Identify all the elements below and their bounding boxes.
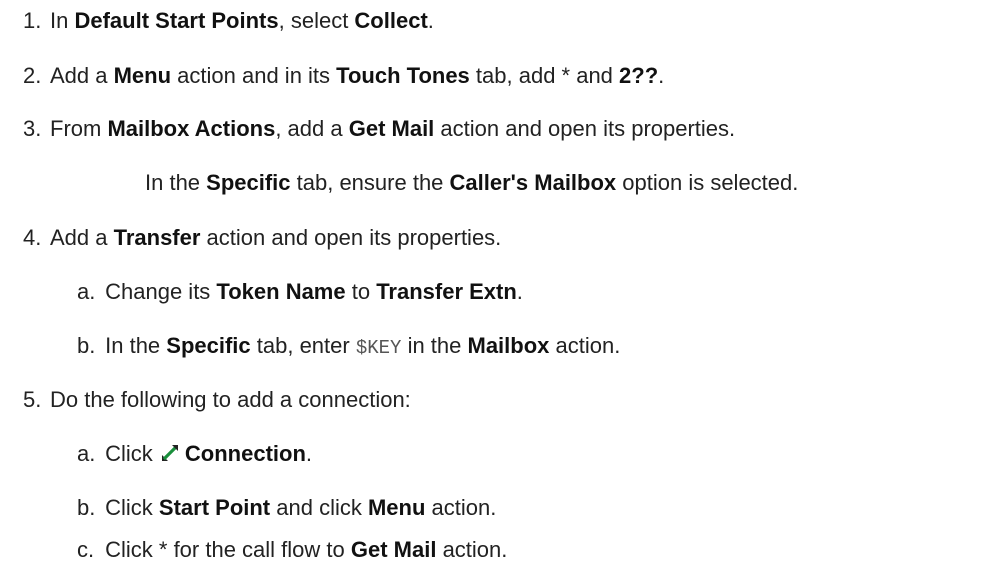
text: Click * for the call flow to	[105, 537, 351, 562]
step-number: 3.	[23, 116, 42, 141]
code-value: $KEY	[355, 337, 402, 359]
substep-letter: c.	[77, 537, 95, 562]
ui-term: Specific	[206, 170, 291, 195]
step-3: 3. From Mailbox Actions, add a Get Mail a…	[23, 116, 735, 142]
text: .	[516, 279, 523, 304]
text: In the	[105, 333, 167, 358]
step-4b: b. In the Specific tab, enter $KEY in th…	[77, 333, 620, 359]
text: .	[658, 63, 665, 88]
step-number: 5.	[23, 387, 42, 412]
text: Add a	[50, 63, 114, 88]
step-1: 1. In Default Start Points, select Collec…	[23, 8, 434, 34]
substep-letter: a.	[77, 441, 96, 466]
step-2: 2. Add a Menu action and in its Touch Ton…	[23, 63, 664, 89]
text: action.	[425, 495, 497, 520]
text: Do the following to add a connection:	[50, 387, 411, 412]
ui-term: Mailbox Actions	[107, 116, 276, 141]
text: action and open its properties.	[434, 116, 736, 141]
ui-term: Menu	[367, 495, 426, 520]
step-5: 5. Do the following to add a connection:	[23, 387, 411, 413]
step-5c: c. Click * for the call flow to Get Mail…	[77, 537, 507, 563]
ui-term: Start Point	[158, 495, 271, 520]
ui-term: Collect	[354, 8, 428, 33]
text: .	[427, 8, 434, 33]
ui-term: Token Name	[216, 279, 346, 304]
ui-term: Specific	[166, 333, 251, 358]
text: Add a	[50, 225, 114, 250]
text: Click	[105, 495, 159, 520]
text: Click	[105, 441, 159, 466]
ui-term: Caller's Mailbox	[449, 170, 617, 195]
ui-term: Mailbox	[467, 333, 550, 358]
substep-letter: b.	[77, 495, 96, 520]
ui-term: Connection	[184, 441, 306, 466]
text: tab, enter	[250, 333, 356, 358]
instruction-document: 1. In Default Start Points, select Collec…	[0, 0, 985, 562]
text: tab, ensure the	[290, 170, 450, 195]
text: .	[305, 441, 313, 466]
substep-letter: a.	[77, 279, 96, 304]
text: , add a	[275, 116, 349, 141]
step-4: 4. Add a Transfer action and open its pro…	[23, 225, 501, 251]
text: action and open its properties.	[200, 225, 502, 250]
text: action and in its	[171, 63, 337, 88]
substep-letter: b.	[77, 333, 96, 358]
ui-term: Get Mail	[348, 116, 435, 141]
text: option is selected.	[616, 170, 799, 195]
ui-term: 2??	[619, 63, 659, 88]
step-number: 4.	[23, 225, 42, 250]
ui-term: Transfer Extn	[376, 279, 517, 304]
text: to	[345, 279, 377, 304]
ui-term: Default Start Points	[74, 8, 279, 33]
step-number: 1.	[23, 8, 42, 33]
ui-term: Menu	[113, 63, 172, 88]
ui-term: Get Mail	[350, 537, 437, 562]
text: action.	[436, 537, 508, 562]
step-3-note: In the Specific tab, ensure the Caller's…	[145, 170, 798, 196]
ui-term: Touch Tones	[336, 63, 470, 88]
text: In	[50, 8, 75, 33]
text: tab, add * and	[469, 63, 620, 88]
step-5a: a. Click Connection.	[77, 441, 312, 467]
text: In the	[145, 170, 207, 195]
text: and click	[270, 495, 368, 520]
text: in the	[401, 333, 468, 358]
connection-icon	[161, 445, 178, 461]
text: action.	[549, 333, 621, 358]
text: Change its	[105, 279, 217, 304]
text: From	[50, 116, 108, 141]
text: , select	[278, 8, 355, 33]
step-4a: a. Change its Token Name to Transfer Ext…	[77, 279, 523, 305]
step-5b: b. Click Start Point and click Menu acti…	[77, 495, 496, 521]
step-number: 2.	[23, 63, 42, 88]
ui-term: Transfer	[113, 225, 201, 250]
